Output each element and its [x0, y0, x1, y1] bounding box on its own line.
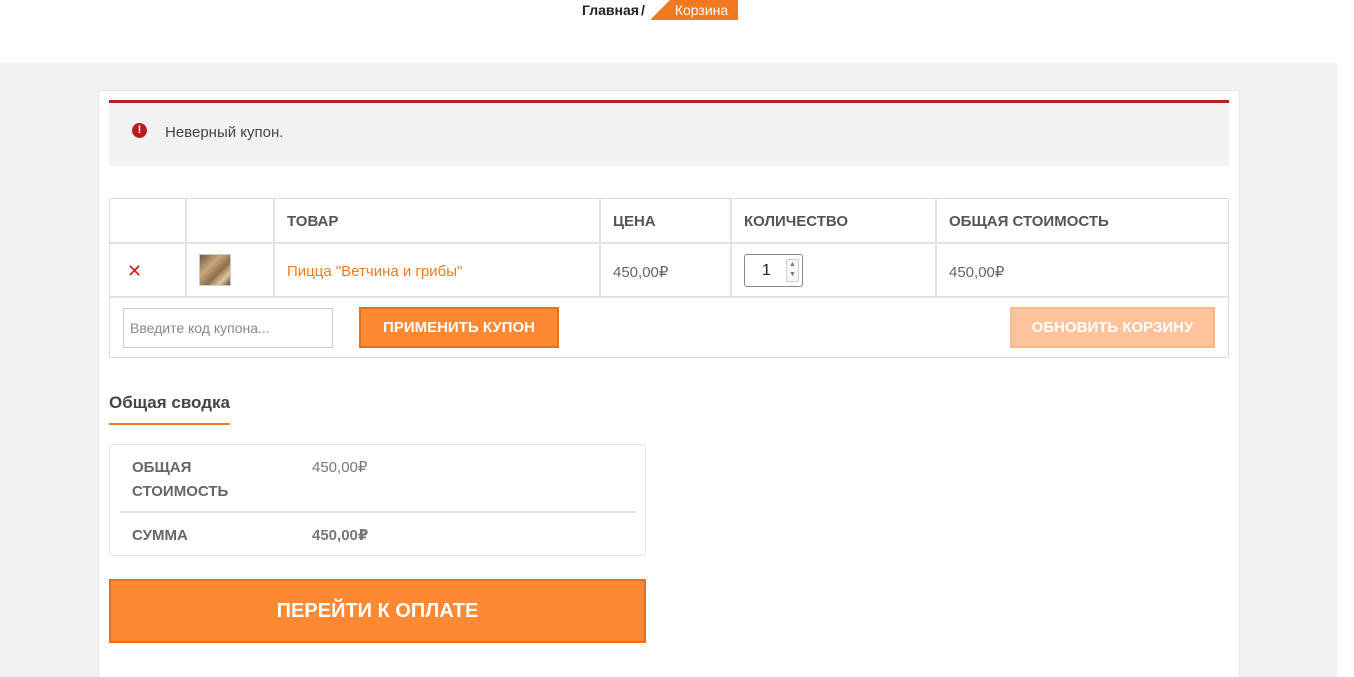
exclamation-icon: !: [132, 123, 147, 138]
coupon-code-input[interactable]: [123, 308, 333, 348]
error-notice: ! Неверный купон.: [109, 100, 1229, 166]
breadcrumb-current: Корзина: [649, 0, 739, 20]
quantity-stepper[interactable]: 1 ▲ ▼: [744, 254, 803, 287]
error-message: Неверный купон.: [165, 124, 284, 141]
breadcrumb-bar: Главная / Корзина: [0, 0, 1354, 63]
spinner-arrows-icon[interactable]: ▲ ▼: [786, 259, 799, 282]
cart-table: Товар Цена Количество Общая стоимость ✕ …: [109, 198, 1229, 358]
header-quantity: Количество: [744, 213, 849, 230]
subtotal-label-line2: стоимость: [132, 483, 229, 500]
total-value: 450,00₽: [312, 527, 369, 544]
table-row-divider: [110, 296, 1228, 298]
total-label: Сумма: [132, 527, 188, 544]
column-divider: [185, 199, 187, 297]
item-price: 450,00₽: [613, 264, 669, 281]
apply-coupon-button[interactable]: Применить купон: [359, 307, 559, 348]
subtotal-value: 450,00₽: [312, 459, 368, 476]
breadcrumb: Главная / Корзина: [582, 0, 739, 20]
header-price: Цена: [613, 213, 656, 230]
header-subtotal: Общая стоимость: [949, 213, 1109, 230]
breadcrumb-separator: /: [640, 2, 645, 18]
item-subtotal: 450,00₽: [949, 264, 1005, 281]
checkout-button[interactable]: Перейти к оплате: [109, 579, 646, 643]
totals-divider: [120, 511, 636, 513]
table-header-divider: [110, 242, 1228, 244]
product-name-link[interactable]: Пицца "Ветчина и грибы": [287, 263, 462, 280]
update-cart-button[interactable]: Обновить корзину: [1010, 307, 1215, 348]
scrollbar-gutter: [1337, 63, 1354, 677]
subtotal-label-line1: Общая: [132, 459, 192, 476]
column-divider: [599, 199, 601, 297]
product-thumbnail[interactable]: [199, 254, 231, 286]
quantity-value: 1: [762, 262, 771, 279]
cart-totals: Общая стоимость 450,00₽ Сумма 450,00₽: [109, 444, 646, 556]
remove-item-icon[interactable]: ✕: [127, 261, 142, 282]
column-divider: [730, 199, 732, 297]
column-divider: [935, 199, 937, 297]
cart-totals-title: Общая сводка: [109, 393, 230, 425]
column-divider: [273, 199, 275, 297]
header-product: Товар: [287, 213, 339, 230]
breadcrumb-home-link[interactable]: Главная: [582, 0, 639, 20]
